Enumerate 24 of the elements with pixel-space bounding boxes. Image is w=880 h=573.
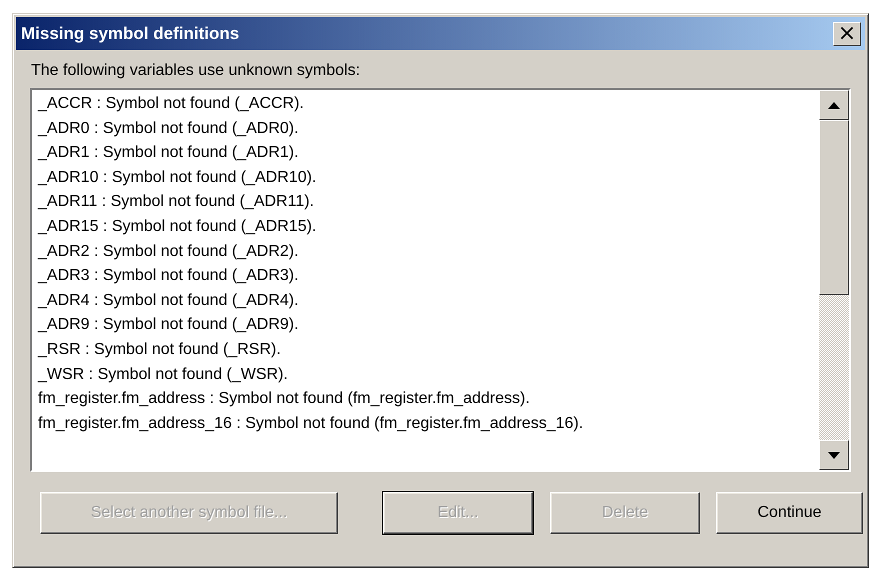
list-item[interactable]: _ADR11 : Symbol not found (_ADR11). (38, 190, 813, 215)
scroll-down-button[interactable] (819, 440, 849, 470)
list-item[interactable]: _ACCR : Symbol not found (_ACCR). (38, 92, 813, 117)
list-item[interactable]: fm_register.fm_address_16 : Symbol not found (fm_register.fm_address_16). (38, 412, 813, 436)
continue-button[interactable]: Continue (716, 492, 863, 534)
scrollbar[interactable] (819, 90, 849, 470)
window-title: Missing symbol definitions (21, 24, 240, 44)
list-item[interactable]: _ADR15 : Symbol not found (_ADR15). (38, 214, 813, 240)
close-button[interactable]: × (833, 22, 861, 46)
list-item[interactable]: _ADR1 : Symbol not found (_ADR1). (38, 141, 813, 166)
prompt-label: The following variables use unknown symbols: (31, 62, 362, 80)
up-arrow-icon (828, 102, 840, 108)
scroll-thumb[interactable] (819, 120, 849, 295)
list-item[interactable]: _ADR9 : Symbol not found (_ADR9). (38, 313, 813, 338)
list-item[interactable]: fm_register.fm_address : Symbol not found (fm_register.fm_address). (38, 387, 813, 412)
list-item[interactable]: _ADR10 : Symbol not found (_ADR10). (38, 166, 813, 190)
list-item[interactable]: _ADR3 : Symbol not found (_ADR3). (38, 264, 813, 289)
list-item[interactable]: _ADR0 : Symbol not found (_ADR0). (38, 116, 813, 142)
list-item[interactable]: _ADR2 : Symbol not found (_ADR2). (38, 240, 813, 264)
list-item[interactable]: _RSR : Symbol not found (_RSR). (38, 338, 813, 363)
scroll-up-button[interactable] (819, 90, 849, 120)
down-arrow-icon (828, 452, 840, 458)
list-item[interactable]: _ADR4 : Symbol not found (_ADR4). (38, 288, 813, 314)
list-item[interactable]: _WSR : Symbol not found (_WSR). (38, 362, 813, 388)
